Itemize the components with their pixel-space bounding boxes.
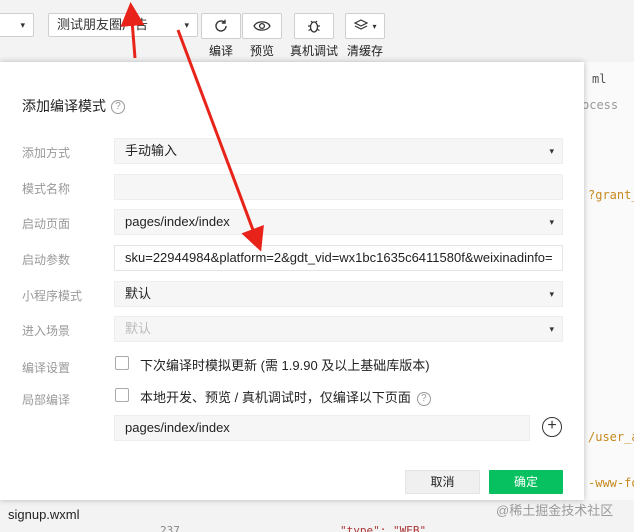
watermark: @稀土掘金技术社区 <box>496 503 614 518</box>
code-fragment-www: -www-fo <box>588 476 634 490</box>
add-compile-mode-dialog: 添加编译模式? 添加方式 手动输入 ▾ 模式名称 启动页面 pages/inde… <box>0 62 584 500</box>
chevron-down-icon: ▾ <box>549 324 554 334</box>
start-params-label: 启动参数 <box>22 253 71 267</box>
mode-name-label: 模式名称 <box>22 182 71 196</box>
breadcrumb-fragment: ocess <box>582 98 619 112</box>
file-name[interactable]: signup.wxml <box>8 507 80 522</box>
partial-compile-checkbox[interactable] <box>115 388 129 402</box>
start-page-label: 启动页面 <box>22 217 71 231</box>
code-fragment-user: /user_a <box>588 430 634 444</box>
scene-placeholder: 默认 <box>125 321 152 336</box>
mp-mode-select[interactable]: 默认 ▾ <box>114 281 563 307</box>
dialog-title: 添加编译模式? <box>22 96 125 116</box>
add-method-label: 添加方式 <box>22 146 71 160</box>
cancel-button[interactable]: 取消 <box>405 470 480 494</box>
mode-name-input[interactable] <box>114 174 563 200</box>
dialog-title-text: 添加编译模式 <box>22 98 106 114</box>
compile-mode-select[interactable]: 测试朋友圈广告 ▾ <box>48 13 198 37</box>
chevron-down-icon: ▾ <box>549 146 554 156</box>
add-method-value: 手动输入 <box>125 143 178 158</box>
mp-mode-label: 小程序模式 <box>22 289 83 303</box>
mp-mode-value: 默认 <box>125 286 152 301</box>
chevron-down-icon: ▾ <box>184 20 189 30</box>
partial-compile-text-wrap: 本地开发、预览 / 真机调试时，仅编译以下页面? <box>140 387 431 406</box>
code-fragment-grant: ?grant_ <box>588 188 634 202</box>
scene-select[interactable]: 默认 ▾ <box>114 316 563 342</box>
preview-button[interactable] <box>242 13 282 39</box>
help-icon[interactable]: ? <box>416 391 431 406</box>
code-fragment-type: "type": "WEB" <box>340 524 427 532</box>
simulate-update-checkbox[interactable] <box>115 356 129 370</box>
start-page-select[interactable]: pages/index/index ▾ <box>114 209 563 235</box>
debug-label: 真机调试 <box>289 44 338 58</box>
layers-icon <box>354 19 369 30</box>
refresh-icon <box>215 19 227 32</box>
real-device-debug-button[interactable] <box>294 13 334 39</box>
start-page-value: pages/index/index <box>125 214 230 229</box>
editor-background: ml ocess ?grant_ /user_a -www-fo <box>582 62 634 532</box>
chevron-down-icon: ▾ <box>20 20 25 30</box>
compile-label: 编译 <box>208 44 233 58</box>
add-page-plus-icon[interactable]: + <box>542 417 562 437</box>
chevron-down-icon: ▾ <box>549 217 554 227</box>
scene-label: 进入场景 <box>22 324 71 338</box>
confirm-button[interactable]: 确定 <box>489 470 563 494</box>
chevron-down-icon: ▾ <box>372 21 377 31</box>
bug-icon <box>308 20 320 33</box>
partial-compile-text: 本地开发、预览 / 真机调试时，仅编译以下页面 <box>140 390 411 405</box>
start-params-input[interactable]: sku=22944984&platform=2&gdt_vid=wx1bc163… <box>114 245 563 271</box>
toolbar: ▾ 测试朋友圈广告 ▾ 编译 预览 真机调试 ▾ 清缓存 <box>0 0 634 62</box>
chevron-down-icon: ▾ <box>549 289 554 299</box>
compile-mode-value: 测试朋友圈广告 <box>57 17 149 32</box>
clear-cache-button[interactable]: ▾ <box>345 13 385 39</box>
partial-compile-label: 局部编译 <box>22 393 71 407</box>
compile-settings-label: 编译设置 <box>22 361 71 375</box>
simulate-update-text: 下次编译时模拟更新 (需 1.9.90 及以上基础库版本) <box>140 358 430 373</box>
tab-fragment: ml <box>592 72 607 86</box>
compile-button[interactable] <box>201 13 241 39</box>
cache-label: 清缓存 <box>346 44 383 58</box>
partial-page-input[interactable]: pages/index/index <box>114 415 530 441</box>
line-number: 237 <box>160 524 180 532</box>
add-method-select[interactable]: 手动输入 ▾ <box>114 138 563 164</box>
preview-label: 预览 <box>249 44 274 58</box>
left-select[interactable]: ▾ <box>0 13 34 37</box>
help-icon[interactable]: ? <box>111 100 125 115</box>
eye-icon <box>253 21 271 31</box>
